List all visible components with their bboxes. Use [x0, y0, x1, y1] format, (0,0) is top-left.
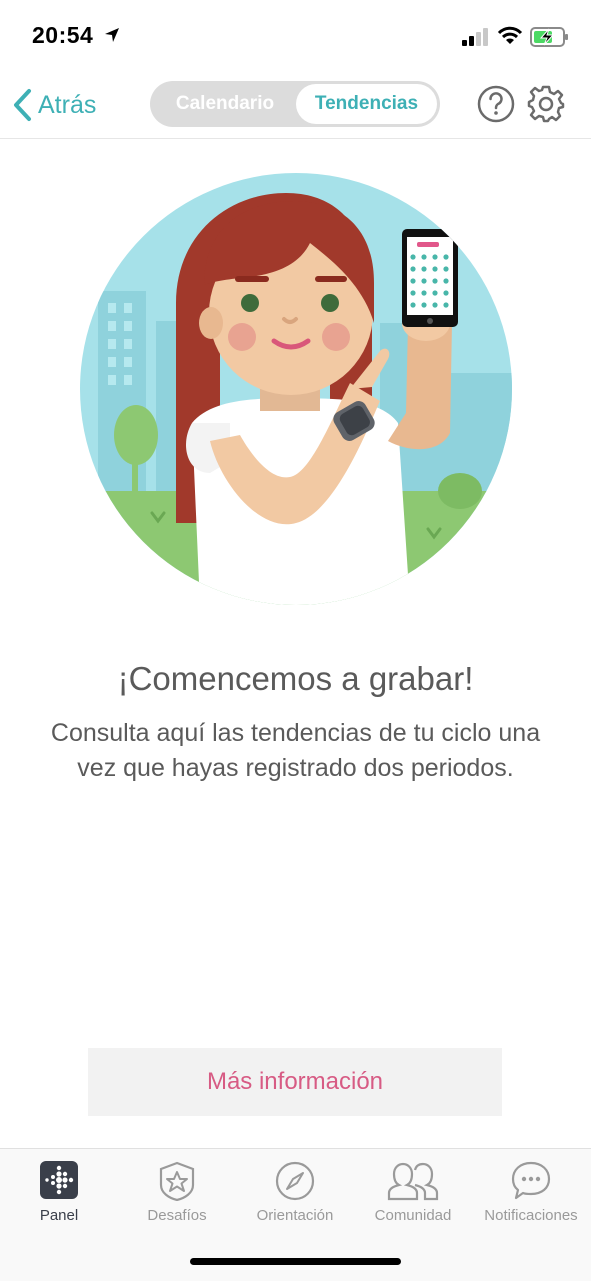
tab-panel[interactable]: Panel — [0, 1149, 118, 1239]
battery-icon — [530, 27, 568, 47]
chat-bubble-icon — [511, 1161, 551, 1200]
signal-icon — [462, 28, 488, 46]
tab-community[interactable]: Comunidad — [354, 1149, 472, 1239]
location-arrow-icon — [105, 28, 119, 42]
tab-label: Orientación — [256, 1207, 334, 1224]
back-label: Atrás — [38, 90, 97, 119]
tab-guidance[interactable]: Orientación — [236, 1149, 354, 1239]
home-indicator[interactable] — [190, 1258, 401, 1265]
tab-label: Desafíos — [147, 1207, 207, 1224]
description-text: Consulta aquí las tendencias de tu ciclo… — [50, 719, 541, 782]
tab-calendar[interactable]: Calendario — [156, 84, 294, 124]
fitbit-dots-icon — [40, 1161, 78, 1199]
status-time: 20:54 — [32, 22, 94, 48]
tab-label: Panel — [39, 1207, 79, 1224]
star-badge-icon — [159, 1161, 195, 1201]
gear-icon[interactable] — [527, 85, 565, 123]
tab-trends[interactable]: Tendencias — [296, 84, 437, 124]
woman-with-phone-illustration — [80, 173, 512, 605]
status-bar: 20:54 — [0, 0, 591, 72]
back-button[interactable]: Atrás — [12, 86, 96, 124]
wifi-icon — [497, 26, 523, 44]
chevron-left-icon — [14, 89, 31, 121]
nav-bar: Atrás Calendario Tendencias — [0, 72, 591, 139]
compass-icon — [275, 1161, 315, 1201]
segmented-control: Calendario Tendencias — [150, 81, 440, 127]
people-icon — [387, 1162, 439, 1201]
more-info-button[interactable]: Más información — [88, 1048, 502, 1116]
tab-label: Comunidad — [374, 1207, 452, 1224]
tab-challenges[interactable]: Desafíos — [118, 1149, 236, 1239]
help-icon[interactable] — [477, 85, 515, 123]
page-title: ¡Comencemos a grabar! — [117, 660, 474, 697]
tab-label: Notificaciones — [484, 1207, 578, 1224]
tab-notifications[interactable]: Notificaciones — [472, 1149, 590, 1239]
